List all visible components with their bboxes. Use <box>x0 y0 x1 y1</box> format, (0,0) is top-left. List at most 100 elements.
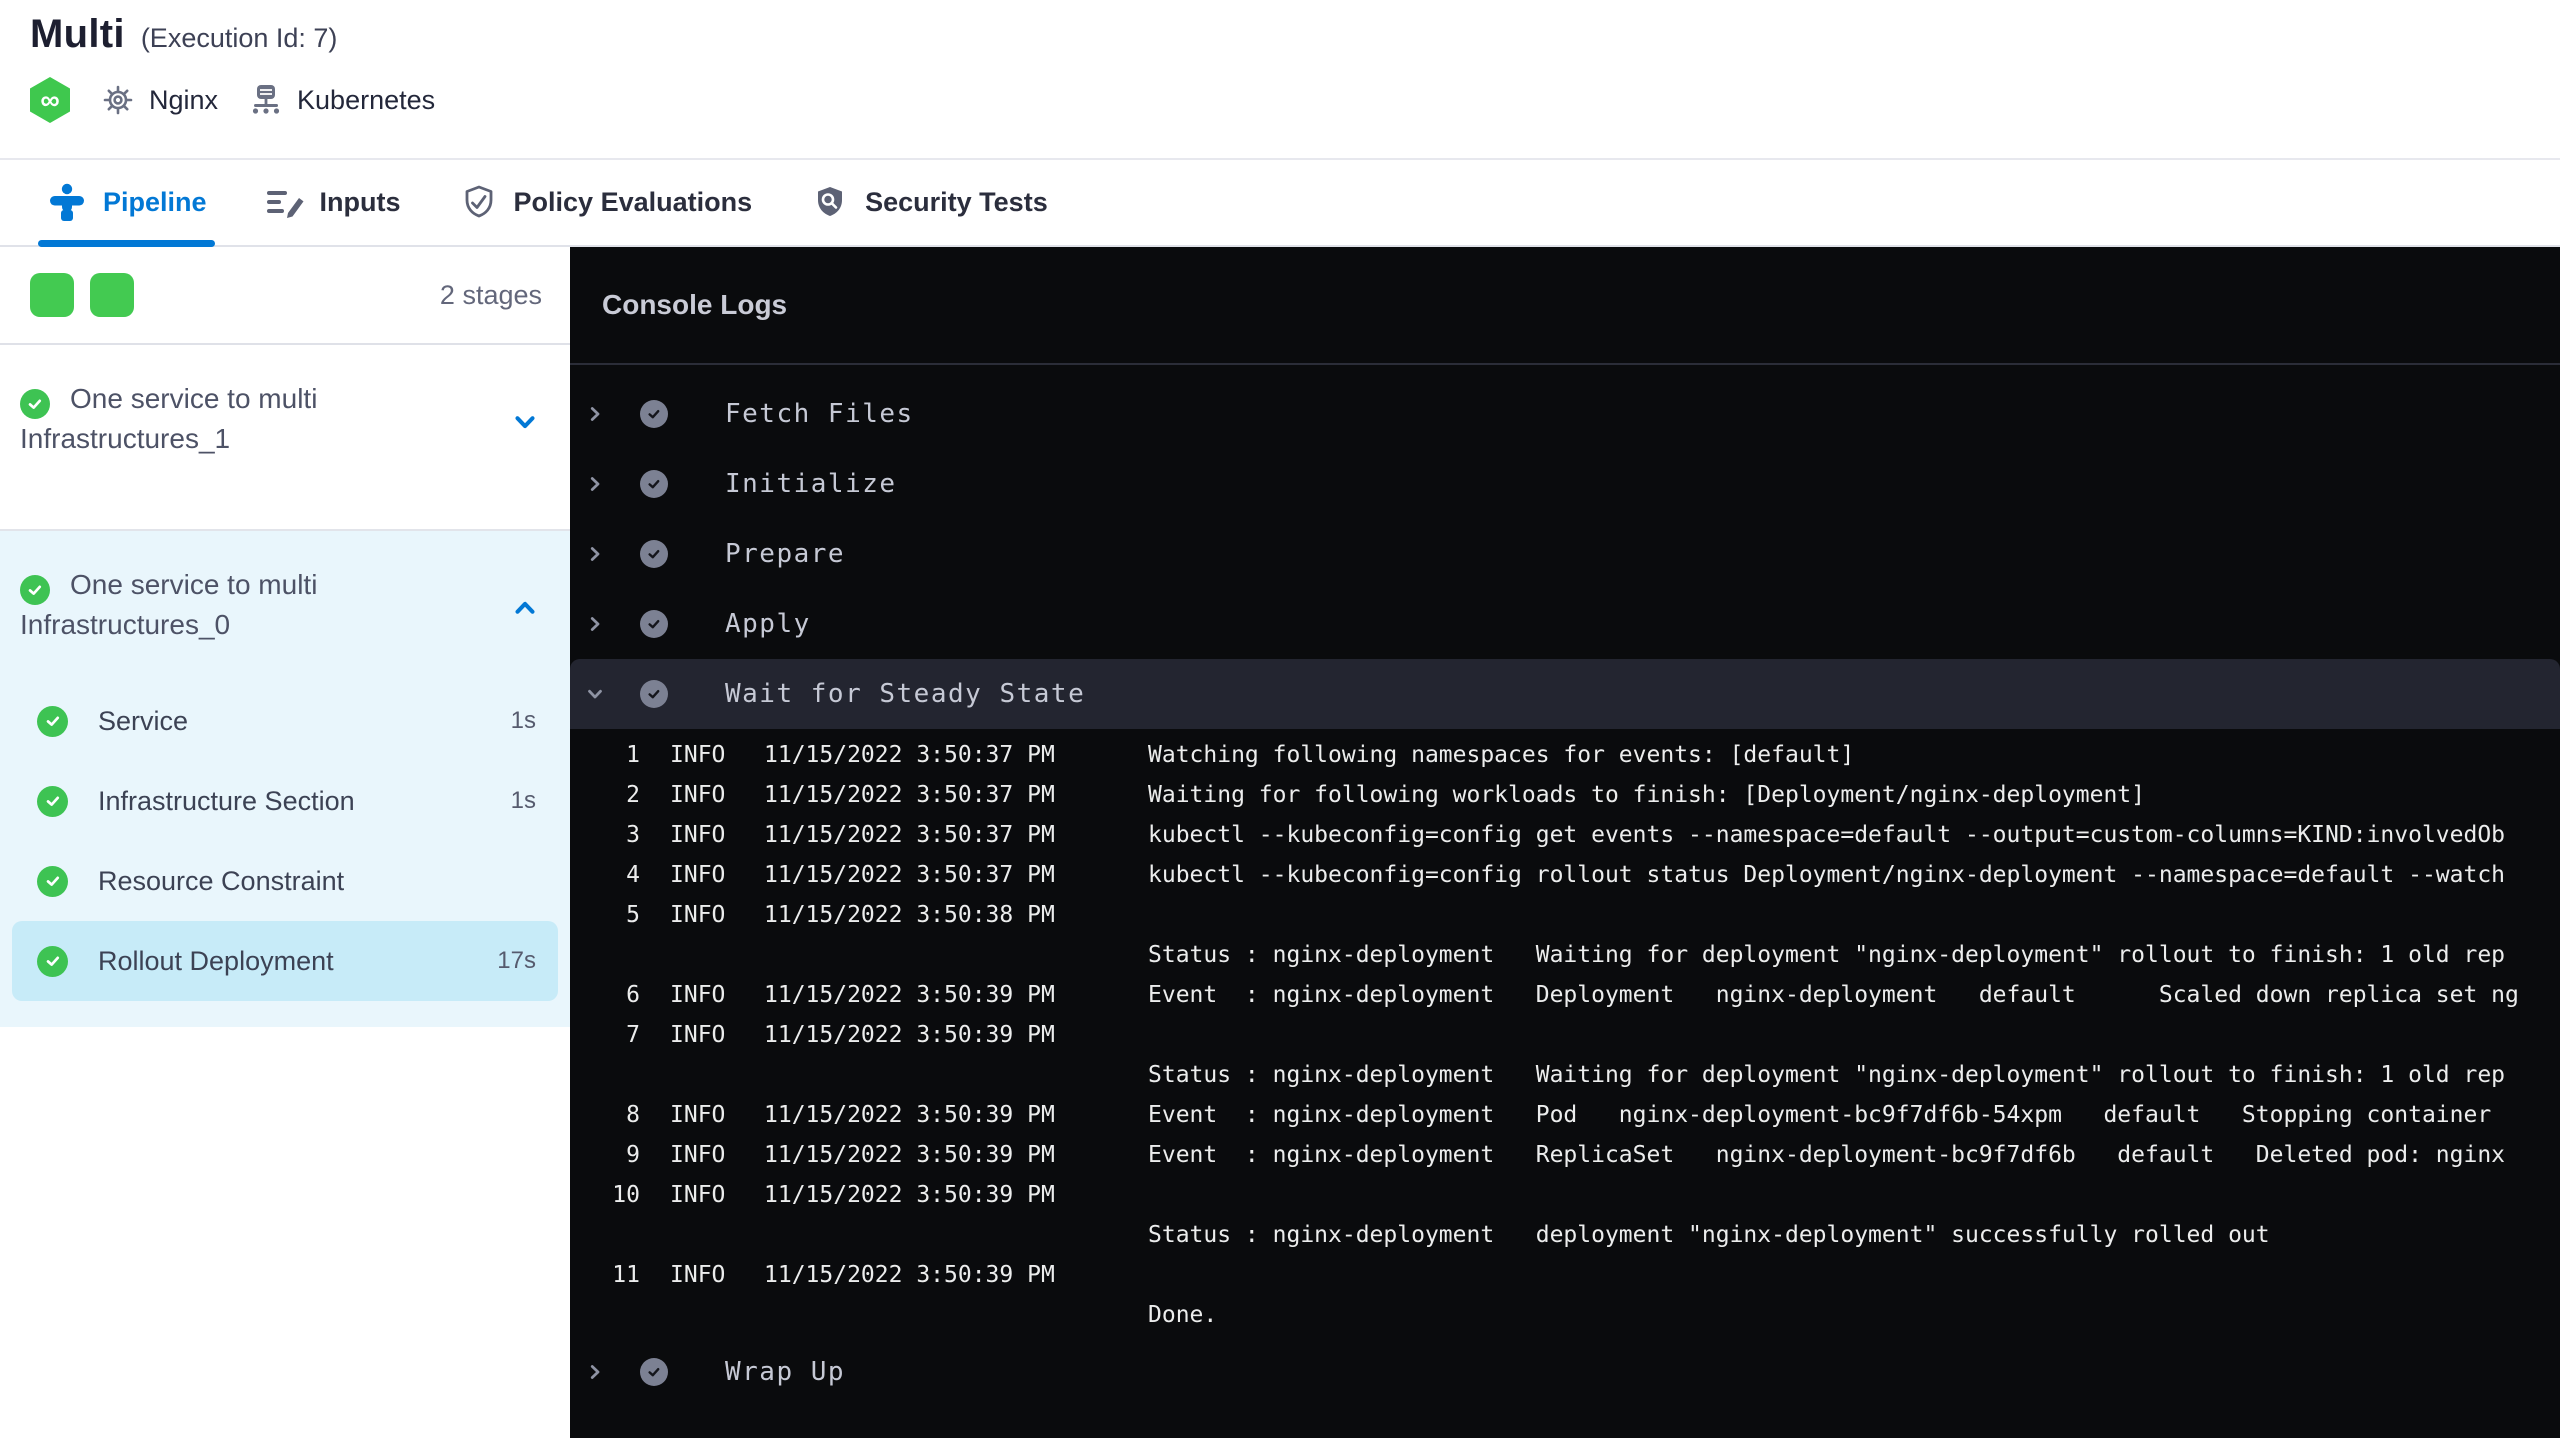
success-check-icon <box>37 945 68 977</box>
log-timestamp: 11/15/2022 3:50:37 PM <box>764 742 1055 768</box>
log-line: 9 INFO 11/15/2022 3:50:39 PM Event : ngi… <box>570 1135 2560 1175</box>
success-check-icon <box>20 389 50 419</box>
infrastructure-tag[interactable]: Kubernetes <box>248 82 435 118</box>
chevron-down-icon[interactable] <box>584 683 606 705</box>
tab-inputs[interactable]: Inputs <box>265 160 401 245</box>
log-level: INFO <box>670 862 726 888</box>
log-section-fetch-files[interactable]: Fetch Files <box>570 379 2560 449</box>
chevron-right-icon[interactable] <box>584 473 606 495</box>
success-check-icon <box>37 785 68 817</box>
stage-row-infrastructures-1[interactable]: One service to multi Infrastructures_1 <box>0 345 570 531</box>
log-line: 1 INFO 11/15/2022 3:50:37 PM Watching fo… <box>570 735 2560 775</box>
step-success-icon <box>640 540 668 568</box>
log-timestamp: 11/15/2022 3:50:37 PM <box>764 862 1055 888</box>
service-tag[interactable]: Nginx <box>100 82 218 118</box>
log-line: Status : nginx-deployment Waiting for de… <box>570 935 2560 975</box>
infrastructure-name: Kubernetes <box>297 84 436 115</box>
console-header: Console Logs <box>570 247 2560 365</box>
tab-policy-evaluations[interactable]: Policy Evaluations <box>459 160 752 245</box>
log-level: INFO <box>670 1142 726 1168</box>
step-row-rollout-deployment[interactable]: Rollout Deployment 17s <box>12 921 558 1001</box>
log-line: 2 INFO 11/15/2022 3:50:37 PM Waiting for… <box>570 775 2560 815</box>
log-section-initialize[interactable]: Initialize <box>570 449 2560 519</box>
chevron-down-icon[interactable] <box>510 407 540 437</box>
log-line: 8 INFO 11/15/2022 3:50:39 PM Event : ngi… <box>570 1095 2560 1135</box>
log-message <box>1148 1255 2560 1295</box>
log-timestamp: 11/15/2022 3:50:39 PM <box>764 1262 1055 1288</box>
tab-pipeline[interactable]: Pipeline <box>38 160 215 247</box>
log-level <box>670 1055 730 1095</box>
log-level: INFO <box>670 982 726 1008</box>
success-check-icon <box>37 865 68 897</box>
chevron-right-icon[interactable] <box>584 403 606 425</box>
stages-sidebar: 2 stages One service to multi Infrastruc… <box>0 247 570 1438</box>
log-line: 5 INFO 11/15/2022 3:50:38 PM <box>570 895 2560 935</box>
console-body[interactable]: Fetch Files Initialize Prepare Apply Wai… <box>570 365 2560 1438</box>
service-name: Nginx <box>149 84 219 115</box>
log-line: Status : nginx-deployment deployment "ng… <box>570 1215 2560 1255</box>
log-section-prepare[interactable]: Prepare <box>570 519 2560 589</box>
chevron-right-icon[interactable] <box>584 543 606 565</box>
stages-summary-bar: 2 stages <box>0 247 570 345</box>
execution-tabs: Pipeline Inputs Policy Evaluations Secur… <box>0 160 2560 247</box>
log-line-number: 8 <box>626 1102 640 1128</box>
log-level: INFO <box>670 822 726 848</box>
log-message: Status : nginx-deployment Waiting for de… <box>1148 1062 2506 1088</box>
log-message: Event : nginx-deployment ReplicaSet ngin… <box>1148 1142 2506 1168</box>
log-line-number: 11 <box>612 1262 640 1288</box>
log-timestamp: 11/15/2022 3:50:39 PM <box>764 1182 1055 1208</box>
step-row-infrastructure-section[interactable]: Infrastructure Section 1s <box>12 761 558 841</box>
inputs-icon <box>265 183 305 223</box>
page-title: Multi <box>30 12 125 56</box>
log-message: Status : nginx-deployment Waiting for de… <box>1148 942 2506 968</box>
log-section-label: Prepare <box>725 539 846 569</box>
log-timestamp: 11/15/2022 3:50:37 PM <box>764 782 1055 808</box>
success-check-icon <box>37 705 68 737</box>
log-line: 7 INFO 11/15/2022 3:50:39 PM <box>570 1015 2560 1055</box>
log-section-label: Apply <box>725 609 811 639</box>
log-level: INFO <box>670 1262 726 1288</box>
stage-row-infrastructures-0[interactable]: One service to multi Infrastructures_0 <box>0 531 570 681</box>
log-message: Event : nginx-deployment Deployment ngin… <box>1148 982 2519 1008</box>
log-level: INFO <box>670 1022 726 1048</box>
console-title: Console Logs <box>602 289 788 320</box>
log-line-number: 5 <box>626 902 640 928</box>
step-duration: 1s <box>510 707 536 734</box>
chevron-right-icon[interactable] <box>584 613 606 635</box>
log-timestamp <box>764 1055 1056 1095</box>
step-row-service[interactable]: Service 1s <box>12 681 558 761</box>
log-timestamp: 11/15/2022 3:50:39 PM <box>764 982 1055 1008</box>
log-timestamp: 11/15/2022 3:50:37 PM <box>764 822 1055 848</box>
tab-security-tests-label: Security Tests <box>865 187 1048 217</box>
log-line-number: 10 <box>612 1182 640 1208</box>
execution-header: Multi (Execution Id: 7) ∞ Nginx Kubernet… <box>0 0 2560 160</box>
execution-id-label: (Execution Id: 7) <box>140 23 338 53</box>
pipeline-icon <box>46 182 88 224</box>
stage-title: One service to multi Infrastructures_1 <box>20 379 480 459</box>
log-line: 6 INFO 11/15/2022 3:50:39 PM Event : ngi… <box>570 975 2560 1015</box>
step-row-resource-constraint[interactable]: Resource Constraint <box>12 841 558 921</box>
log-level <box>670 935 730 975</box>
log-timestamp: 11/15/2022 3:50:39 PM <box>764 1102 1055 1128</box>
harness-cd-icon: ∞ <box>30 77 70 123</box>
log-line-number <box>570 1055 640 1095</box>
stage-name: One service to multi Infrastructures_0 <box>20 569 318 640</box>
shield-check-icon <box>459 183 499 223</box>
chevron-up-icon[interactable] <box>510 593 540 623</box>
stage-success-square <box>30 273 74 317</box>
log-section-apply[interactable]: Apply <box>570 589 2560 659</box>
log-section-label: Initialize <box>725 469 897 499</box>
log-level <box>670 1215 730 1255</box>
log-section-wrap-up[interactable]: Wrap Up <box>570 1337 2560 1407</box>
log-message: Done. <box>1148 1302 1218 1328</box>
step-list: Service 1s Infrastructure Section 1s Res… <box>0 681 570 1001</box>
log-message: Event : nginx-deployment Pod nginx-deplo… <box>1148 1102 2492 1128</box>
log-line-number <box>570 1215 640 1255</box>
console-panel: Console Logs Fetch Files Initialize Prep… <box>570 247 2560 1438</box>
log-level: INFO <box>670 782 726 808</box>
log-message: kubectl --kubeconfig=config get events -… <box>1148 822 2506 848</box>
tab-security-tests[interactable]: Security Tests <box>810 160 1048 245</box>
log-section-wait-for-steady-state[interactable]: Wait for Steady State <box>570 659 2560 729</box>
chevron-right-icon[interactable] <box>584 1361 606 1383</box>
log-timestamp: 11/15/2022 3:50:39 PM <box>764 1142 1055 1168</box>
